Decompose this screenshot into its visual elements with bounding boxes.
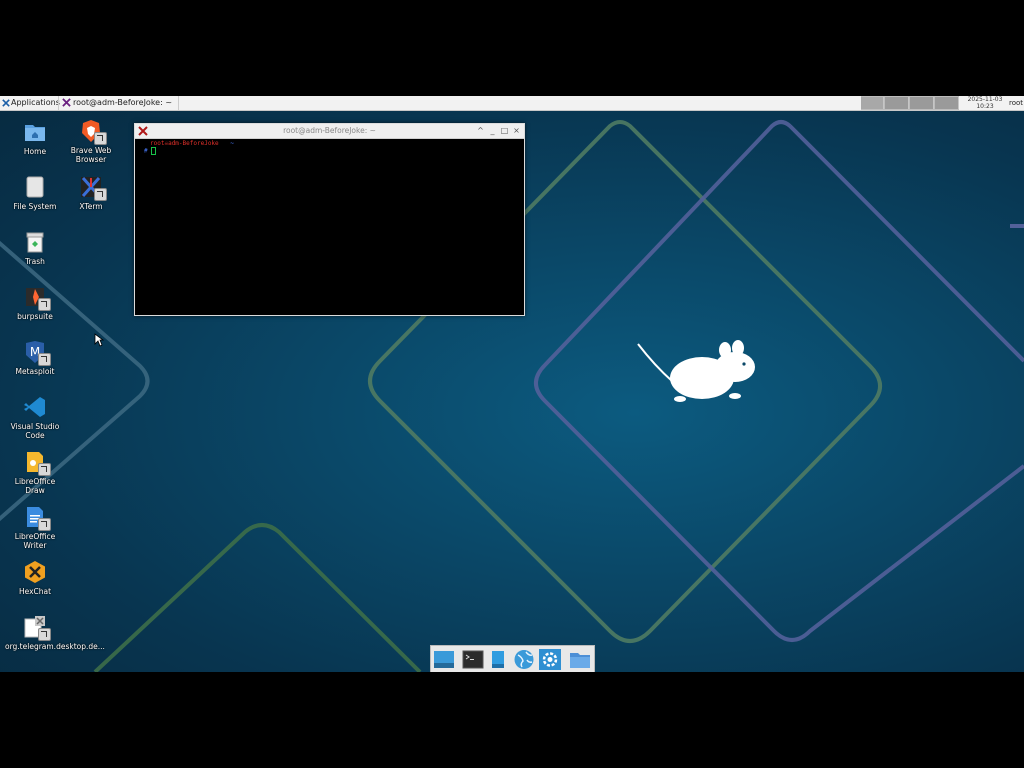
burpsuite-icon [23,285,51,311]
gear-icon [539,649,561,670]
desktop-icon-label: Trash [25,257,45,266]
desktop-icon-label: HexChat [18,587,52,596]
brave-browser-icon [79,119,107,145]
shortcut-arrow-icon [38,463,51,476]
desktop-icon-vscode[interactable]: Visual Studio Code [5,395,65,440]
shortcut-arrow-icon [38,298,51,311]
shortcut-arrow-icon [38,628,51,641]
hexchat-icon [23,560,47,584]
desktop-icon-filesystem[interactable]: File System [5,175,65,211]
xterm-icon [62,98,71,107]
desktop-icon-label: Visual Studio Code [10,422,60,440]
file-manager-icon [492,651,504,668]
dock-settings[interactable] [539,649,561,670]
workspace-3[interactable] [935,97,959,109]
taskbar-label: root@adm-BeforeJoke: ~ [73,98,173,107]
dock-web-browser[interactable] [513,649,535,670]
dock-file-manager[interactable] [487,649,509,670]
applications-menu-button[interactable]: Applications [1,96,60,110]
desktop-icon-label: LibreOffice Draw [14,477,56,495]
shortcut-arrow-icon [94,188,107,201]
window-title: root@adm-BeforeJoke: ~ [283,126,376,135]
drive-icon [23,175,47,199]
user-menu[interactable]: root [1009,96,1024,110]
home-folder-icon [23,120,47,144]
desktop-icon-label: XTerm [79,202,103,211]
show-desktop-icon [434,651,454,668]
libreoffice-writer-icon [23,505,51,531]
dock-show-desktop[interactable] [433,649,455,670]
desktop-icon-burpsuite[interactable]: burpsuite [5,285,65,321]
clock[interactable]: 2025-11-03 10:23 [962,96,1008,110]
bottom-dock [430,645,595,672]
terminal-body[interactable]: root☠adm-BeforeJoke ~ # [135,139,524,315]
desktop-icon-libreoffice-writer[interactable]: LibreOffice Writer [5,505,65,550]
desktop-icon-home[interactable]: Home [5,120,65,156]
workspace-2[interactable] [910,97,934,109]
desktop-icon-label: org.telegram.desktop.de... [5,642,105,651]
xterm-icon [79,175,107,201]
xfce-mouse-logo [637,340,755,402]
desktop-icon-label: LibreOffice Writer [14,532,56,550]
terminal-icon [462,650,484,669]
shortcut-arrow-icon [38,518,51,531]
metasploit-icon: M [23,340,51,366]
prompt-user: root [150,140,165,147]
desktop-icon-brave[interactable]: Brave Web Browser [61,119,121,164]
shortcut-arrow-icon [94,132,107,145]
prompt-dir: ~ [230,140,234,147]
desktop-icon-label: File System [13,202,57,211]
desktop-icon-trash[interactable]: Trash [5,230,65,266]
xfce-logo-icon [2,99,10,107]
libreoffice-draw-icon [23,450,51,476]
text-cursor [151,147,157,155]
desktop-icon-xterm[interactable]: XTerm [61,175,121,211]
taskbar-button-terminal[interactable]: root@adm-BeforeJoke: ~ [58,96,180,110]
vscode-icon [23,395,47,419]
telegram-desktop-file-icon [23,615,51,641]
clock-time: 10:23 [976,103,994,110]
trash-icon [23,230,47,254]
workspace-switcher[interactable] [861,96,959,110]
window-up-button[interactable]: ^ [475,125,486,137]
prompt-input-line: # [144,147,157,155]
mouse-pointer-icon [94,333,104,347]
desktop-icon-telegram[interactable]: org.telegram.desktop.de... [5,615,105,651]
xterm-icon [138,126,148,136]
globe-icon [514,650,534,669]
desktop-icon-label: Brave Web Browser [70,146,112,164]
desktop-icon-label: Metasploit [15,367,55,376]
desktop-icon-hexchat[interactable]: HexChat [5,560,65,596]
desktop-icon-metasploit[interactable]: M Metasploit [5,340,65,376]
desktop-icon-libreoffice-draw[interactable]: LibreOffice Draw [5,450,65,495]
prompt-symbol: # [144,147,148,155]
window-close-button[interactable]: × [511,125,522,137]
dock-folder[interactable] [569,649,591,670]
desktop-icon-label: burpsuite [17,312,53,321]
terminal-titlebar[interactable]: root@adm-BeforeJoke: ~ ^ _ □ × [135,124,524,139]
terminal-window[interactable]: root@adm-BeforeJoke: ~ ^ _ □ × root☠adm-… [134,123,525,316]
clock-date: 2025-11-03 [967,96,1003,103]
desktop: Applications root@adm-BeforeJoke: ~ 2025… [0,96,1024,672]
dock-terminal[interactable] [462,649,484,670]
window-maximize-button[interactable]: □ [499,125,510,137]
applications-label: Applications [11,98,60,107]
workspace-1[interactable] [885,97,909,109]
desktop-icon-label: Home [23,147,47,156]
prompt-line: root☠adm-BeforeJoke ~ [150,140,234,147]
window-minimize-button[interactable]: _ [487,125,498,137]
tray-icon[interactable] [861,97,884,109]
folder-icon [570,653,590,668]
top-panel: Applications root@adm-BeforeJoke: ~ 2025… [0,96,1024,111]
shortcut-arrow-icon [38,353,51,366]
prompt-host: adm-BeforeJoke [168,140,219,147]
